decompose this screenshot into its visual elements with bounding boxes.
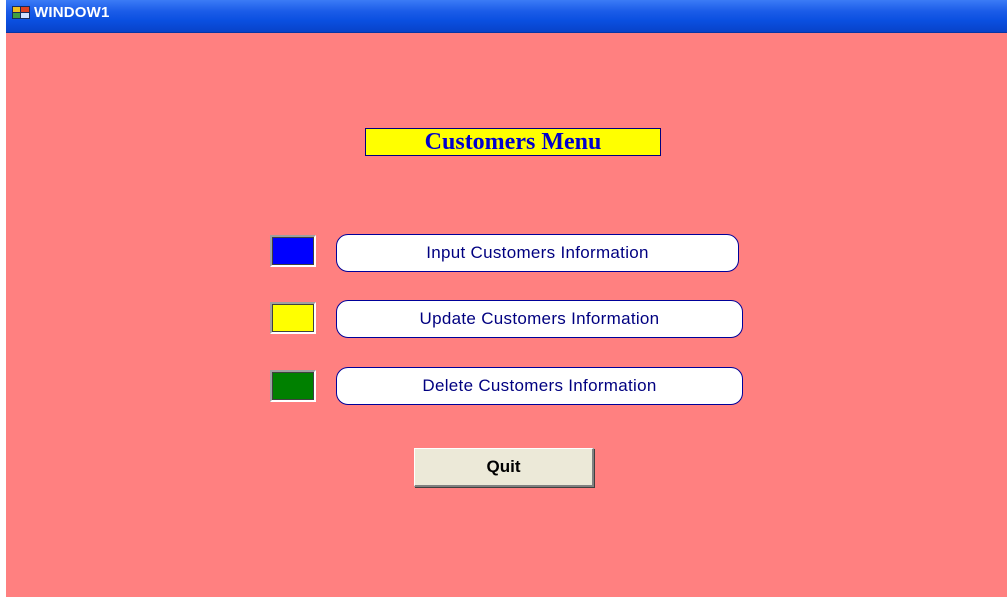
title-bar[interactable]: WINDOW1 — [6, 0, 1007, 33]
application-window: WINDOW1 Customers Menu Input Customers I… — [6, 0, 1007, 597]
update-color-swatch — [270, 302, 316, 334]
input-customers-button[interactable]: Input Customers Information — [336, 234, 739, 272]
delete-color-swatch — [270, 370, 316, 402]
window-title: WINDOW1 — [34, 4, 110, 21]
customers-menu-heading: Customers Menu — [365, 128, 661, 156]
app-window-icon — [12, 6, 30, 19]
delete-customers-button[interactable]: Delete Customers Information — [336, 367, 743, 405]
quit-button[interactable]: Quit — [414, 448, 594, 487]
update-customers-button[interactable]: Update Customers Information — [336, 300, 743, 338]
input-color-swatch — [270, 235, 316, 267]
